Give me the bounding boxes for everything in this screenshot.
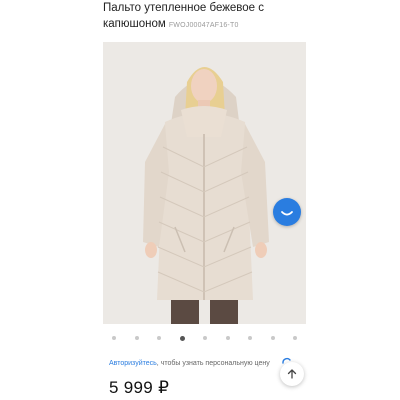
gallery-dot[interactable] bbox=[157, 336, 161, 340]
product-price: 5 999 ₽ bbox=[109, 378, 170, 397]
scroll-to-top-button[interactable] bbox=[280, 362, 304, 386]
product-photo[interactable] bbox=[103, 42, 306, 324]
auth-prompt-text: , чтобы узнать персональную цену bbox=[156, 360, 270, 367]
gallery-dot[interactable] bbox=[248, 336, 252, 340]
gallery-dot[interactable] bbox=[112, 336, 116, 340]
gallery-dot[interactable] bbox=[225, 336, 230, 340]
product-sku: FWOJ00047AF16-T0 bbox=[168, 22, 239, 29]
gallery-dot[interactable] bbox=[270, 336, 275, 340]
product-title: Пальто утепленное бежевое с капюшоном FWO… bbox=[103, 0, 293, 34]
gallery-pagination[interactable] bbox=[103, 334, 306, 342]
login-link[interactable]: Авторизуйтесь bbox=[109, 360, 157, 367]
chat-button[interactable] bbox=[273, 198, 301, 226]
arrow-up-icon bbox=[287, 369, 297, 379]
smile-chat-icon bbox=[281, 211, 293, 216]
gallery-dot[interactable] bbox=[293, 336, 297, 340]
gallery-dot[interactable] bbox=[134, 336, 139, 340]
gallery-dot[interactable] bbox=[179, 335, 185, 341]
model-illustration bbox=[103, 42, 306, 324]
auth-prompt: Авторизуйтесь, чтобы узнать персональную… bbox=[109, 360, 270, 367]
gallery-dot[interactable] bbox=[203, 336, 207, 340]
